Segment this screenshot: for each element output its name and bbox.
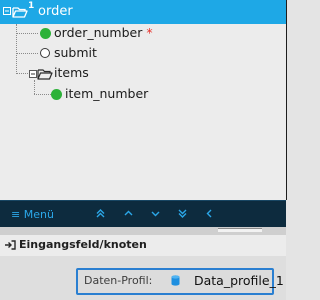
tree-connector (16, 53, 38, 54)
input-node-icon (5, 240, 16, 250)
collapse-icon[interactable] (3, 7, 11, 15)
tree-node-item-number[interactable]: item_number (65, 86, 148, 101)
element-icon (51, 89, 62, 100)
folder-open-icon (12, 7, 28, 18)
data-profile-label: Daten-Profil: (84, 274, 153, 287)
folder-open-icon (37, 69, 53, 80)
move-down-icon[interactable] (151, 209, 160, 218)
move-bottom-icon[interactable] (178, 209, 187, 218)
data-profile-value: Data_profile_1 (194, 273, 284, 288)
tree-connector (34, 94, 51, 95)
tree-node-label: order (38, 4, 73, 19)
required-marker: * (146, 25, 153, 40)
tree-panel: 1 order order_number * submit items item… (0, 0, 287, 200)
tree-node-items[interactable]: items (54, 65, 89, 80)
tree-node-submit[interactable]: submit (54, 45, 97, 60)
splitter-handle[interactable] (218, 228, 262, 232)
properties-body: Daten-Profil: Data_profile_1 (0, 256, 286, 300)
tree-node-label: items (54, 65, 89, 80)
properties-header: Eingangsfeld/knoten (0, 235, 286, 256)
element-icon (40, 28, 51, 39)
tree-connector (16, 24, 17, 74)
tree-node-label: submit (54, 45, 97, 60)
tree-toolbar: ≡ Menü (0, 200, 286, 228)
move-top-icon[interactable] (96, 209, 105, 218)
data-profile-field[interactable]: Daten-Profil: Data_profile_1 (76, 268, 284, 295)
tree-connector (16, 33, 38, 34)
tree-node-order-number[interactable]: order_number * (54, 25, 153, 40)
collapse-icon[interactable] (29, 70, 37, 78)
occurrence-badge: 1 (28, 1, 35, 11)
move-up-icon[interactable] (124, 209, 133, 218)
move-left-icon[interactable] (205, 209, 214, 218)
attribute-icon (40, 48, 50, 58)
panel-splitter[interactable] (0, 227, 286, 235)
tree-connector (16, 73, 28, 74)
tree-connector (34, 80, 35, 94)
properties-title: Eingangsfeld/knoten (19, 238, 147, 251)
tree-node-order[interactable]: 1 order (0, 0, 286, 24)
tree-node-label: item_number (65, 86, 149, 101)
database-icon (171, 275, 180, 286)
tree-node-label: order_number (54, 25, 143, 40)
menu-button[interactable]: ≡ Menü (11, 208, 54, 221)
